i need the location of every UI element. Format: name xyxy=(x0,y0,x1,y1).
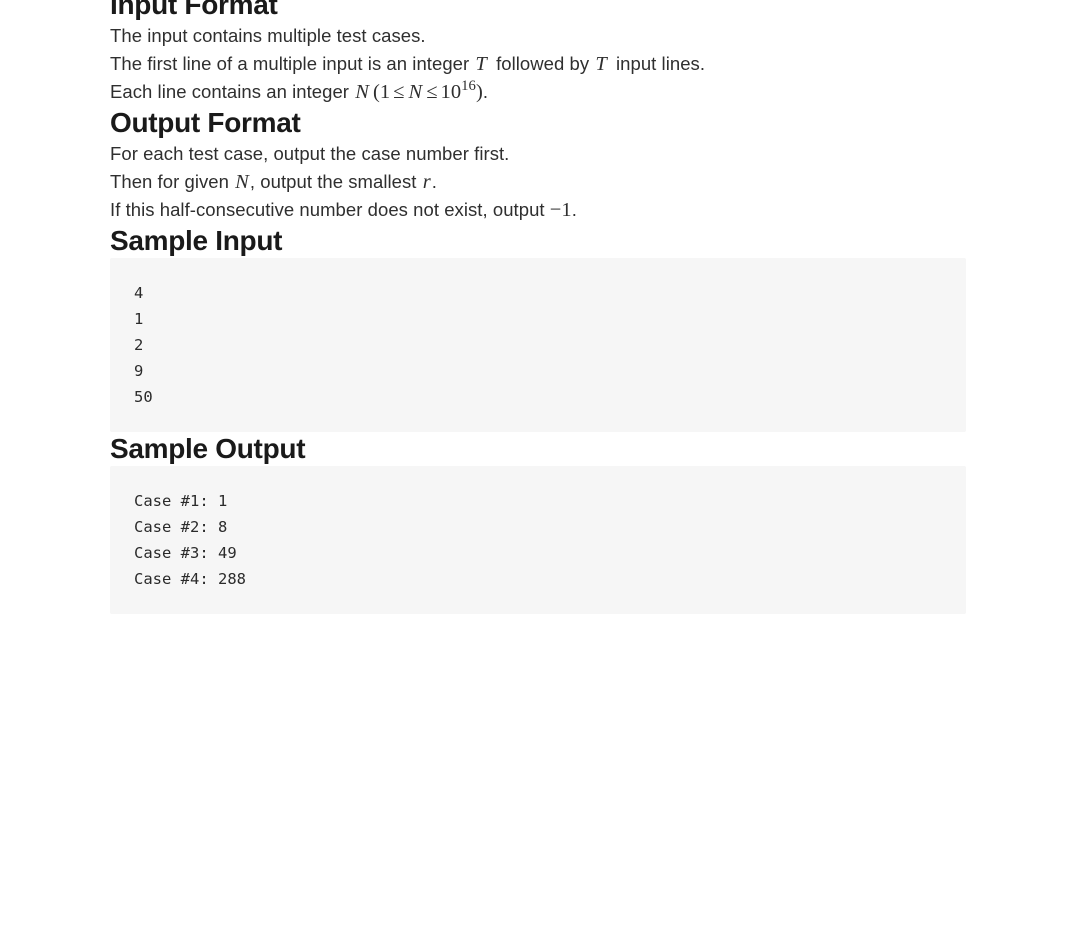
math-paren-close: ) xyxy=(475,81,483,103)
math-variable-n-glyph: N xyxy=(355,81,369,103)
math-paren-open: ( xyxy=(372,81,380,103)
text-fragment-middle: , output the smallest xyxy=(249,171,422,192)
section-heading-sample-output: Sample Output xyxy=(110,433,306,464)
section-heading-input-format: Input Format xyxy=(110,0,278,20)
sample-input-code-block[interactable]: 4 1 2 9 50 xyxy=(110,258,966,432)
math-variable-r: r xyxy=(422,171,432,193)
math-constraint-variable-n: N xyxy=(408,81,423,103)
problem-statement-page: Input Format The input contains multiple… xyxy=(0,0,1074,931)
text-fragment-suffix: input lines. xyxy=(610,53,706,74)
math-variable-t-2: T xyxy=(594,53,607,75)
paragraph-output-smallest-r: Then for given N, output the smallest r. xyxy=(110,168,966,196)
text-fragment-prefix: Each line contains an integer xyxy=(110,81,355,102)
paragraph-input-intro: The input contains multiple test cases. xyxy=(110,22,966,50)
math-upper-bound-base: 10 xyxy=(440,81,462,103)
math-leq-operator-1: ≤ xyxy=(393,81,405,103)
math-variable-r-glyph: r xyxy=(422,171,431,193)
problem-content: Input Format The input contains multiple… xyxy=(110,0,966,614)
text-fragment-suffix: . xyxy=(482,81,489,102)
text-fragment-prefix: Then for given xyxy=(110,171,235,192)
text-fragment-suffix: . xyxy=(571,199,577,220)
paragraph-output-case-number-text: For each test case, output the case numb… xyxy=(110,143,510,164)
math-variable-t-1-glyph: T xyxy=(475,53,487,75)
paragraph-input-intro-text: The input contains multiple test cases. xyxy=(110,25,426,46)
paragraph-input-first-line: The first line of a multiple input is an… xyxy=(110,50,966,78)
math-variable-t-2-glyph: T xyxy=(595,53,607,75)
paragraph-output-not-exist: If this half-consecutive number does not… xyxy=(110,196,966,224)
math-variable-n: N xyxy=(354,81,370,103)
math-lower-bound: 1 xyxy=(379,81,391,103)
text-fragment-suffix: . xyxy=(431,171,437,192)
math-variable-n-given-glyph: N xyxy=(235,171,249,193)
paragraph-input-each-line: Each line contains an integer N (1 ≤ N ≤1016… xyxy=(110,78,966,106)
sample-output-code-block[interactable]: Case #1: 1 Case #2: 8 Case #3: 49 Case #… xyxy=(110,466,966,614)
text-fragment-middle: followed by xyxy=(490,53,595,74)
section-heading-output-format: Output Format xyxy=(110,107,301,138)
math-leq-operator-2: ≤ xyxy=(426,81,438,103)
math-negative-one: −1 xyxy=(550,199,572,221)
math-negative-one-glyph: −1 xyxy=(549,199,572,221)
section-heading-sample-input: Sample Input xyxy=(110,225,283,256)
math-variable-n-given: N xyxy=(234,171,250,193)
math-upper-bound-exponent: 16 xyxy=(461,78,476,95)
text-fragment-prefix: If this half-consecutive number does not… xyxy=(110,199,550,220)
text-fragment-prefix: The first line of a multiple input is an… xyxy=(110,53,475,74)
math-variable-t-1: T xyxy=(474,53,487,75)
math-constraint-n-range: (1 ≤ N ≤1016) xyxy=(372,78,483,103)
paragraph-output-case-number: For each test case, output the case numb… xyxy=(110,140,966,168)
